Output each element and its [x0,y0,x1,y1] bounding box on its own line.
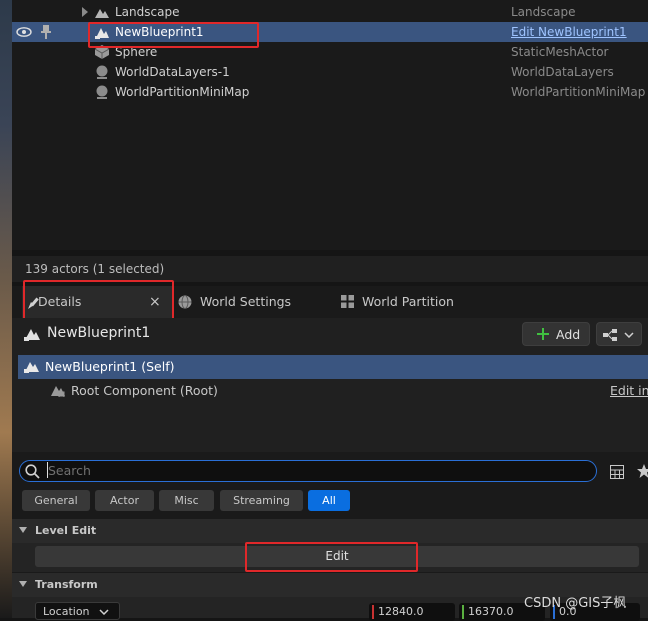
highlight-newblueprint-row [88,22,259,48]
grid-icon [341,295,354,308]
search-icon [25,464,40,479]
scene-component-icon [51,386,65,397]
add-component-button[interactable]: Add [522,322,590,346]
outliner-row-landscape[interactable]: Landscape Landscape [12,2,648,22]
actor-type: WorldPartitionMiniMap [511,85,646,99]
section-title: Level Edit [35,524,97,537]
tab-world-partition-label: World Partition [362,294,454,309]
component-row-self[interactable]: NewBlueprint1 (Self) [18,355,648,379]
actor-type: WorldDataLayers [511,65,614,79]
filter-actor-button[interactable]: Actor [95,490,154,511]
location-label: Location [43,605,90,618]
pin-icon[interactable] [41,25,51,39]
outliner-row-worldpartitionminimap[interactable]: WorldPartitionMiniMap WorldPartitionMini… [12,82,648,102]
tab-world-partition[interactable]: World Partition [341,286,491,318]
add-label: Add [556,327,581,342]
tab-world-settings[interactable]: World Settings [178,286,328,318]
visibility-eye-icon[interactable] [16,27,32,37]
actor-count: 139 actors (1 selected) [25,262,165,276]
y-axis-marker [462,605,464,619]
location-y-value: 16370.0 [468,605,514,618]
location-mode-dropdown[interactable]: Location [35,602,120,620]
level-edit-section-header[interactable]: Level Edit [12,519,648,543]
actor-type: StaticMeshActor [511,45,609,59]
blueprint-actor-icon [24,362,39,373]
edit-blueprint-link[interactable]: Edit NewBlueprint1 [511,22,627,42]
component-label: NewBlueprint1 (Self) [45,359,175,374]
property-matrix-icon[interactable] [610,465,624,479]
watermark: CSDN @GIS子枫 [524,596,627,611]
actor-name: WorldDataLayers-1 [115,65,230,79]
blueprint-actor-icon [24,329,40,341]
outliner-row-worlddatalayers[interactable]: WorldDataLayers-1 WorldDataLayers [12,62,648,82]
actor-name: Landscape [115,5,180,19]
minimap-icon [96,85,108,99]
selected-actor-name: NewBlueprint1 [47,325,151,341]
blueprint-options-dropdown[interactable] [596,322,642,346]
landscape-icon [95,9,109,18]
actor-type: Landscape [511,5,576,19]
world-data-layers-icon [96,65,108,79]
location-x-field[interactable]: 12840.0 [369,603,455,621]
x-axis-marker [372,605,374,619]
globe-icon [178,295,192,309]
outliner-status-bar: 139 actors (1 selected) [12,256,648,282]
location-x-value: 12840.0 [378,605,424,618]
tab-world-settings-label: World Settings [200,294,292,309]
collapse-arrow-icon [19,527,27,533]
section-title: Transform [35,578,98,591]
collapse-arrow-icon [19,581,27,587]
search-input[interactable]: Search [19,460,597,482]
actor-name: WorldPartitionMiniMap [115,85,250,99]
chevron-down-icon [99,609,109,615]
component-row-root[interactable]: Root Component (Root) Edit in [18,380,648,402]
filter-misc-button[interactable]: Misc [159,490,214,511]
filter-streaming-button[interactable]: Streaming [220,490,303,511]
expand-arrow-icon[interactable] [81,7,89,17]
favorites-star-icon[interactable] [637,464,648,478]
component-label: Root Component (Root) [71,383,218,398]
search-placeholder: Search [48,463,91,478]
hierarchy-icon [603,329,617,341]
filter-all-button[interactable]: All [308,490,350,511]
filter-general-button[interactable]: General [22,490,90,511]
viewport-edge [0,0,12,618]
edit-in-blueprint-link[interactable]: Edit in [610,383,648,398]
plus-icon [537,328,549,340]
highlight-edit-button [245,542,418,572]
chevron-down-icon [624,332,634,338]
